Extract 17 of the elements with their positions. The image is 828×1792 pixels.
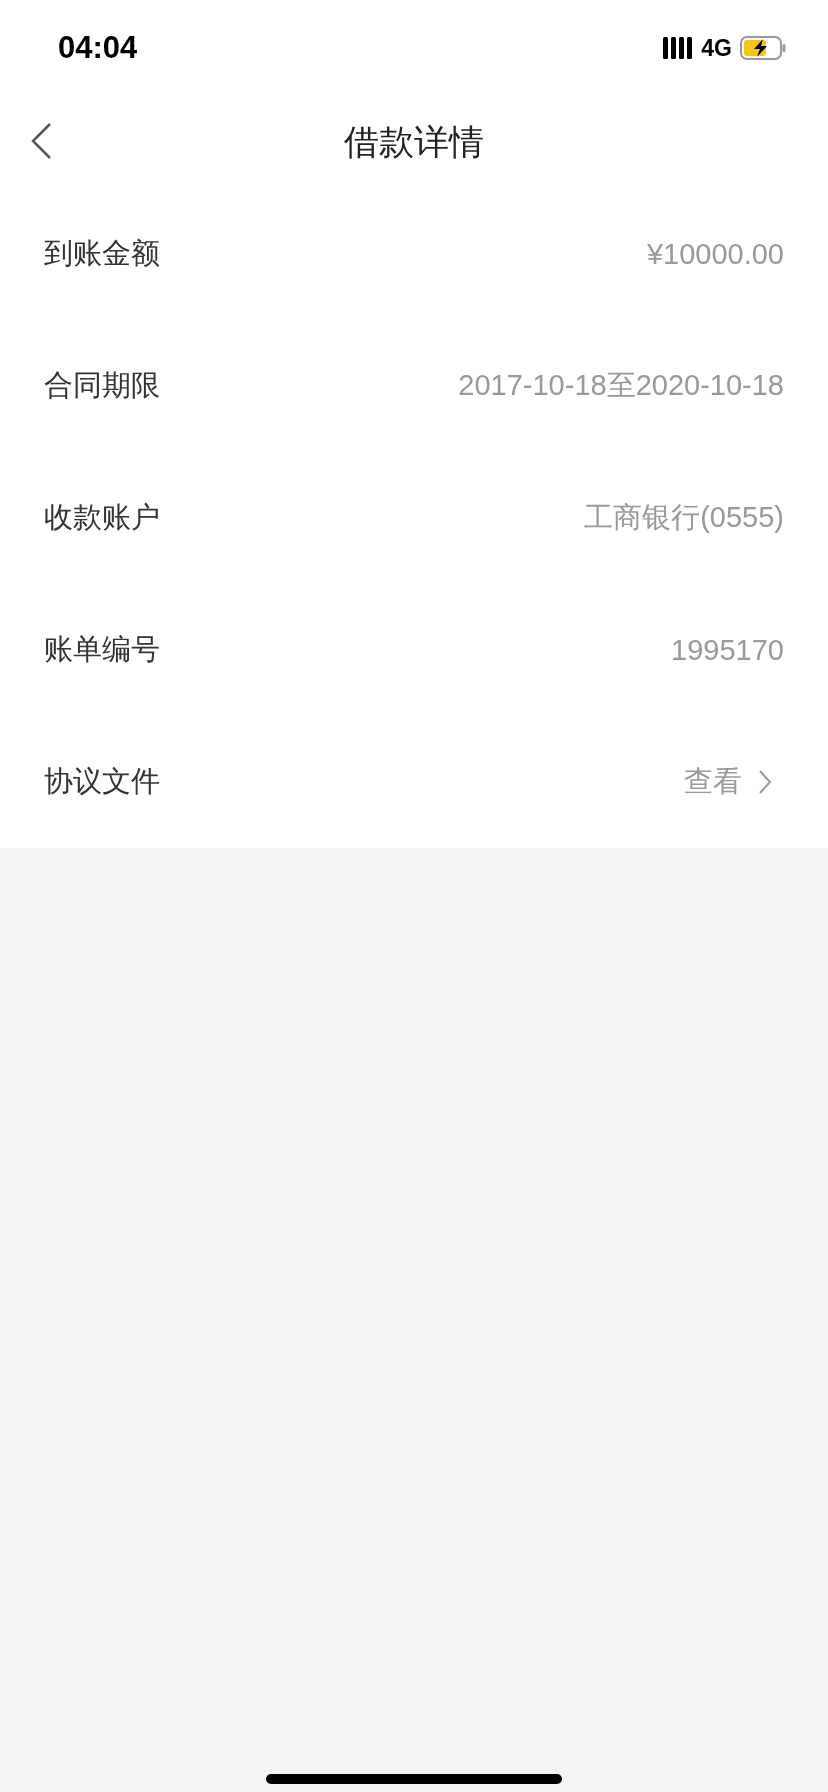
- signal-icon: [663, 37, 694, 59]
- chevron-icon: [758, 769, 772, 795]
- row-label: 收款账户: [44, 500, 160, 535]
- view-link[interactable]: 查看: [684, 762, 772, 802]
- network-label: 4G: [701, 34, 732, 62]
- row-value: ¥10000.00: [646, 237, 784, 271]
- page-title: 借款详情: [344, 120, 484, 163]
- back-button[interactable]: [30, 122, 52, 160]
- row-label: 到账金额: [44, 236, 160, 271]
- row-value: 1995170: [671, 633, 784, 667]
- row-value: 工商银行(0555): [584, 500, 784, 535]
- row-label: 账单编号: [44, 632, 160, 667]
- row-label: 协议文件: [44, 764, 160, 799]
- status-time: 04:04: [58, 30, 138, 66]
- row-label: 合同期限: [44, 368, 160, 403]
- battery-charging-icon: [740, 36, 786, 60]
- row-value: 2017-10-18至2020-10-18: [458, 368, 784, 403]
